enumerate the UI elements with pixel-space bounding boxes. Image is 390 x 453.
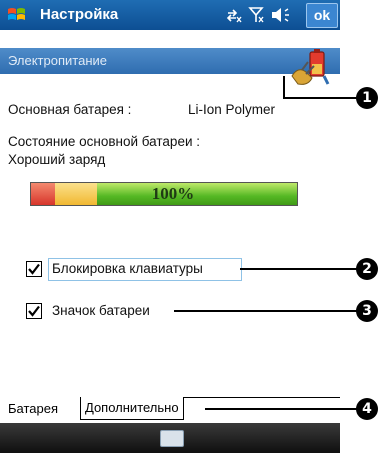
checkmark-icon [28, 263, 40, 275]
battery-status-label: Состояние основной батареи : [8, 134, 200, 149]
main-battery-type: Li-Ion Polymer [188, 102, 276, 117]
app-title[interactable]: Настройка [40, 6, 118, 23]
battery-icon-checkbox[interactable] [26, 303, 42, 319]
signal-off-icon[interactable] [248, 7, 264, 23]
callout-badge-4: 4 [356, 398, 378, 420]
keyboard-icon[interactable] [160, 430, 184, 447]
callout-badge-3: 3 [356, 300, 378, 322]
callout-line-3 [174, 310, 357, 312]
callout-line-1 [283, 97, 357, 99]
volume-icon[interactable] [272, 8, 289, 22]
battery-level-bar: 100% [30, 182, 298, 206]
callout-line-4 [205, 408, 357, 410]
callout-badge-1: 1 [356, 87, 378, 109]
tab-battery[interactable]: Батарея [4, 398, 63, 420]
callout-line-1-vertical [283, 76, 285, 98]
checkmark-icon [28, 305, 40, 317]
callout-badge-2: 2 [356, 258, 378, 280]
ok-button[interactable]: ok [306, 3, 338, 28]
tab-advanced[interactable]: Дополнительно [80, 397, 184, 420]
connectivity-icon[interactable] [226, 9, 242, 23]
battery-power-icon [291, 49, 330, 85]
callout-line-2 [240, 268, 357, 270]
page-title: Электропитание [8, 53, 107, 68]
battery-status-value: Хороший заряд [8, 152, 106, 167]
status-icons [226, 7, 289, 23]
main-battery-label: Основная батарея : [8, 102, 132, 117]
title-bar: Настройка ok [0, 0, 340, 30]
keyboard-lock-label[interactable]: Блокировка клавиатуры [52, 261, 203, 276]
device-screen: Настройка ok Электропитание Основная бат… [0, 0, 340, 453]
keyboard-lock-checkbox[interactable] [26, 261, 42, 277]
battery-icon-label[interactable]: Значок батареи [52, 303, 150, 318]
windows-flag-icon[interactable] [6, 4, 28, 26]
battery-percent-label: 100% [151, 184, 195, 203]
